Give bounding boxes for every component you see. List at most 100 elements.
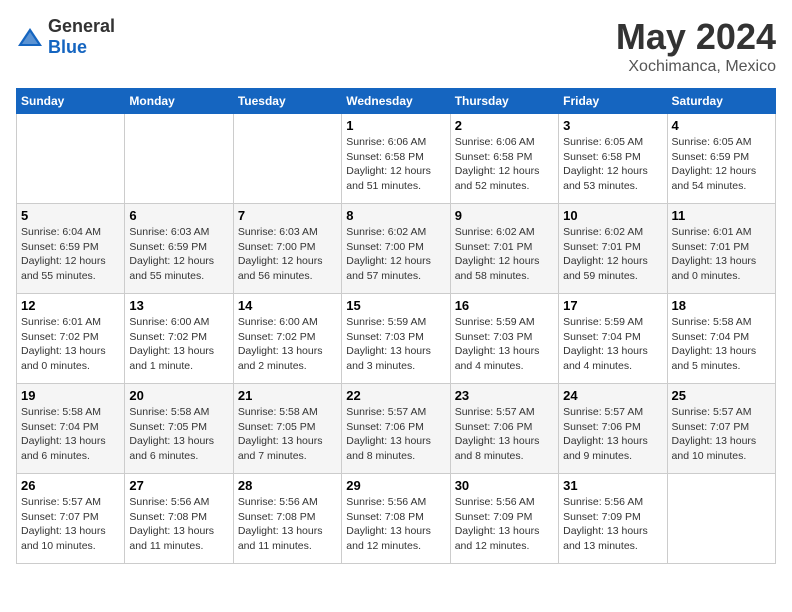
calendar-cell: 26 Sunrise: 5:57 AM Sunset: 7:07 PM Dayli… <box>17 474 125 564</box>
title-block: May 2024 Xochimanca, Mexico <box>616 16 776 76</box>
logo-icon <box>16 26 44 48</box>
day-number: 15 <box>346 298 445 313</box>
day-info: Sunrise: 5:57 AM Sunset: 7:06 PM Dayligh… <box>563 405 662 464</box>
day-number: 18 <box>672 298 771 313</box>
day-number: 16 <box>455 298 554 313</box>
calendar-cell: 10Sunrise: 6:02 AM Sunset: 7:01 PM Dayli… <box>559 204 667 294</box>
day-number: 21 <box>238 388 337 403</box>
calendar-cell: 5Sunrise: 6:04 AM Sunset: 6:59 PM Daylig… <box>17 204 125 294</box>
calendar-subtitle: Xochimanca, Mexico <box>616 58 776 76</box>
calendar-cell: 2 Sunrise: 6:06 AM Sunset: 6:58 PM Daylig… <box>450 114 558 204</box>
calendar-cell: 29 Sunrise: 5:56 AM Sunset: 7:08 PM Dayli… <box>342 474 450 564</box>
day-number: 14 <box>238 298 337 313</box>
calendar-cell: 16 Sunrise: 5:59 AM Sunset: 7:03 PM Dayli… <box>450 294 558 384</box>
day-number: 4 <box>672 118 771 133</box>
calendar-cell: 31Sunrise: 5:56 AM Sunset: 7:09 PM Dayli… <box>559 474 667 564</box>
day-info: Sunrise: 6:06 AM Sunset: 6:58 PM Dayligh… <box>346 135 445 194</box>
day-info: Sunrise: 6:06 AM Sunset: 6:58 PM Dayligh… <box>455 135 554 194</box>
calendar-cell: 20Sunrise: 5:58 AM Sunset: 7:05 PM Dayli… <box>125 384 233 474</box>
day-info: Sunrise: 5:56 AM Sunset: 7:08 PM Dayligh… <box>346 495 445 554</box>
day-number: 11 <box>672 208 771 223</box>
day-number: 23 <box>455 388 554 403</box>
calendar-cell <box>17 114 125 204</box>
calendar-week-row: 26 Sunrise: 5:57 AM Sunset: 7:07 PM Dayli… <box>17 474 776 564</box>
day-number: 30 <box>455 478 554 493</box>
day-info: Sunrise: 6:05 AM Sunset: 6:58 PM Dayligh… <box>563 135 662 194</box>
day-number: 2 <box>455 118 554 133</box>
weekday-header-wednesday: Wednesday <box>342 89 450 114</box>
page-header: General Blue May 2024 Xochimanca, Mexico <box>16 16 776 76</box>
day-info: Sunrise: 6:04 AM Sunset: 6:59 PM Dayligh… <box>21 225 120 284</box>
calendar-cell: 18 Sunrise: 5:58 AM Sunset: 7:04 PM Dayli… <box>667 294 775 384</box>
calendar-cell: 24 Sunrise: 5:57 AM Sunset: 7:06 PM Dayli… <box>559 384 667 474</box>
day-number: 31 <box>563 478 662 493</box>
calendar-week-row: 1 Sunrise: 6:06 AM Sunset: 6:58 PM Daylig… <box>17 114 776 204</box>
calendar-cell: 6 Sunrise: 6:03 AM Sunset: 6:59 PM Daylig… <box>125 204 233 294</box>
day-number: 13 <box>129 298 228 313</box>
calendar-cell <box>233 114 341 204</box>
calendar-cell: 9 Sunrise: 6:02 AM Sunset: 7:01 PM Daylig… <box>450 204 558 294</box>
weekday-header-saturday: Saturday <box>667 89 775 114</box>
logo-general: General <box>48 16 115 36</box>
day-info: Sunrise: 6:01 AM Sunset: 7:02 PM Dayligh… <box>21 315 120 374</box>
day-info: Sunrise: 5:58 AM Sunset: 7:04 PM Dayligh… <box>672 315 771 374</box>
calendar-cell: 19Sunrise: 5:58 AM Sunset: 7:04 PM Dayli… <box>17 384 125 474</box>
day-number: 24 <box>563 388 662 403</box>
calendar-cell: 21 Sunrise: 5:58 AM Sunset: 7:05 PM Dayli… <box>233 384 341 474</box>
day-number: 26 <box>21 478 120 493</box>
day-number: 19 <box>21 388 120 403</box>
day-number: 27 <box>129 478 228 493</box>
day-info: Sunrise: 5:56 AM Sunset: 7:08 PM Dayligh… <box>238 495 337 554</box>
day-info: Sunrise: 5:57 AM Sunset: 7:07 PM Dayligh… <box>21 495 120 554</box>
calendar-cell <box>125 114 233 204</box>
calendar-cell: 4 Sunrise: 6:05 AM Sunset: 6:59 PM Daylig… <box>667 114 775 204</box>
calendar-week-row: 12Sunrise: 6:01 AM Sunset: 7:02 PM Dayli… <box>17 294 776 384</box>
day-info: Sunrise: 5:59 AM Sunset: 7:03 PM Dayligh… <box>346 315 445 374</box>
calendar-cell: 30Sunrise: 5:56 AM Sunset: 7:09 PM Dayli… <box>450 474 558 564</box>
day-number: 28 <box>238 478 337 493</box>
day-info: Sunrise: 6:03 AM Sunset: 7:00 PM Dayligh… <box>238 225 337 284</box>
weekday-header-friday: Friday <box>559 89 667 114</box>
calendar-table: SundayMondayTuesdayWednesdayThursdayFrid… <box>16 88 776 564</box>
day-number: 1 <box>346 118 445 133</box>
weekday-header-row: SundayMondayTuesdayWednesdayThursdayFrid… <box>17 89 776 114</box>
day-number: 10 <box>563 208 662 223</box>
calendar-cell: 23 Sunrise: 5:57 AM Sunset: 7:06 PM Dayli… <box>450 384 558 474</box>
day-number: 7 <box>238 208 337 223</box>
calendar-cell: 15 Sunrise: 5:59 AM Sunset: 7:03 PM Dayli… <box>342 294 450 384</box>
calendar-cell: 3 Sunrise: 6:05 AM Sunset: 6:58 PM Daylig… <box>559 114 667 204</box>
day-info: Sunrise: 5:57 AM Sunset: 7:06 PM Dayligh… <box>455 405 554 464</box>
day-number: 9 <box>455 208 554 223</box>
day-number: 3 <box>563 118 662 133</box>
weekday-header-monday: Monday <box>125 89 233 114</box>
calendar-cell: 7 Sunrise: 6:03 AM Sunset: 7:00 PM Daylig… <box>233 204 341 294</box>
calendar-week-row: 19Sunrise: 5:58 AM Sunset: 7:04 PM Dayli… <box>17 384 776 474</box>
calendar-cell: 8Sunrise: 6:02 AM Sunset: 7:00 PM Daylig… <box>342 204 450 294</box>
weekday-header-tuesday: Tuesday <box>233 89 341 114</box>
day-info: Sunrise: 5:58 AM Sunset: 7:05 PM Dayligh… <box>238 405 337 464</box>
day-info: Sunrise: 5:56 AM Sunset: 7:08 PM Dayligh… <box>129 495 228 554</box>
day-number: 8 <box>346 208 445 223</box>
day-number: 20 <box>129 388 228 403</box>
calendar-cell: 25 Sunrise: 5:57 AM Sunset: 7:07 PM Dayli… <box>667 384 775 474</box>
day-info: Sunrise: 5:57 AM Sunset: 7:07 PM Dayligh… <box>672 405 771 464</box>
weekday-header-sunday: Sunday <box>17 89 125 114</box>
calendar-cell: 1 Sunrise: 6:06 AM Sunset: 6:58 PM Daylig… <box>342 114 450 204</box>
weekday-header-thursday: Thursday <box>450 89 558 114</box>
calendar-cell: 11Sunrise: 6:01 AM Sunset: 7:01 PM Dayli… <box>667 204 775 294</box>
day-number: 29 <box>346 478 445 493</box>
day-info: Sunrise: 6:05 AM Sunset: 6:59 PM Dayligh… <box>672 135 771 194</box>
calendar-cell: 22 Sunrise: 5:57 AM Sunset: 7:06 PM Dayli… <box>342 384 450 474</box>
day-info: Sunrise: 5:57 AM Sunset: 7:06 PM Dayligh… <box>346 405 445 464</box>
calendar-cell: 28 Sunrise: 5:56 AM Sunset: 7:08 PM Dayli… <box>233 474 341 564</box>
day-info: Sunrise: 6:03 AM Sunset: 6:59 PM Dayligh… <box>129 225 228 284</box>
day-info: Sunrise: 5:59 AM Sunset: 7:03 PM Dayligh… <box>455 315 554 374</box>
day-number: 17 <box>563 298 662 313</box>
calendar-cell: 14Sunrise: 6:00 AM Sunset: 7:02 PM Dayli… <box>233 294 341 384</box>
day-number: 22 <box>346 388 445 403</box>
day-number: 6 <box>129 208 228 223</box>
day-info: Sunrise: 6:02 AM Sunset: 7:01 PM Dayligh… <box>455 225 554 284</box>
calendar-title: May 2024 <box>616 16 776 58</box>
day-number: 25 <box>672 388 771 403</box>
calendar-cell: 17Sunrise: 5:59 AM Sunset: 7:04 PM Dayli… <box>559 294 667 384</box>
